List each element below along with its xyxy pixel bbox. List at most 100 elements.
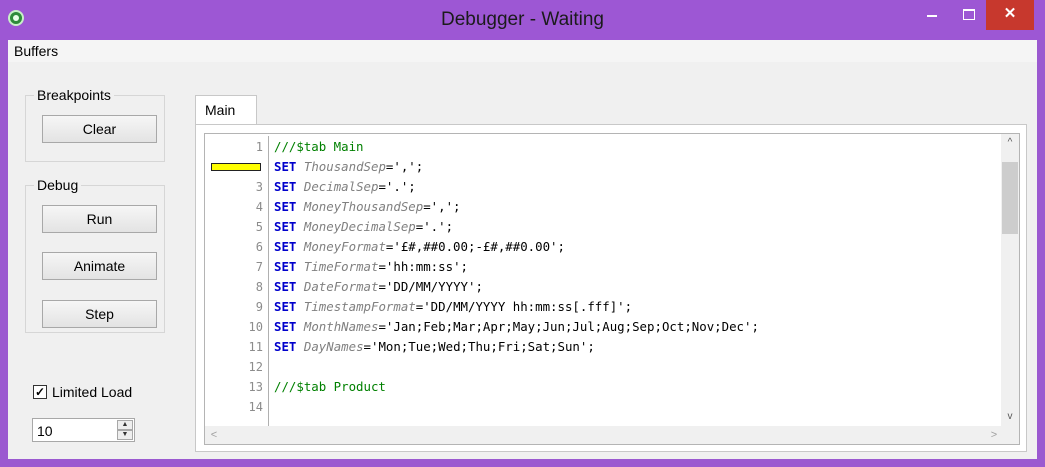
window-title: Debugger - Waiting: [441, 9, 604, 30]
maximize-button[interactable]: [952, 0, 986, 30]
gutter-separator: [268, 136, 269, 426]
scrollbar-corner: [1001, 426, 1019, 444]
line-number-gutter[interactable]: 1 3 4 5 6 7 8 9 10 11 12 13 14: [205, 134, 267, 426]
line-number: 14: [248, 400, 263, 414]
tab-main-label: Main: [205, 102, 236, 118]
tab-main[interactable]: Main: [195, 95, 257, 125]
variable-token: ThousandSep: [303, 159, 386, 174]
variable-token: MoneyFormat: [303, 239, 386, 254]
code-token: ='DD/MM/YYYY';: [378, 279, 483, 294]
variable-token: MoneyThousandSep: [303, 199, 424, 214]
keyword-token: SET: [274, 299, 297, 314]
line-number: 5: [255, 220, 263, 234]
code-line[interactable]: SET ThousandSep=',';: [274, 157, 423, 177]
spinner-buttons: ▲ ▼: [117, 420, 133, 440]
code-token: ='hh:mm:ss';: [378, 259, 468, 274]
line-number: 7: [255, 260, 263, 274]
scroll-up-icon[interactable]: ^: [1001, 134, 1019, 152]
limited-load-value[interactable]: 10: [37, 423, 53, 439]
breakpoint-marker[interactable]: [211, 163, 261, 171]
code-line[interactable]: SET DayNames='Mon;Tue;Wed;Thu;Fri;Sat;Su…: [274, 337, 595, 357]
code-token: ='Jan;Feb;Mar;Apr;May;Jun;Jul;Aug;Sep;Oc…: [378, 319, 759, 334]
keyword-token: SET: [274, 259, 297, 274]
code-line[interactable]: SET DateFormat='DD/MM/YYYY';: [274, 277, 483, 297]
animate-button[interactable]: Animate: [42, 252, 157, 280]
variable-token: MonthNames: [303, 319, 379, 334]
code-token: ='.';: [415, 219, 454, 234]
keyword-token: SET: [274, 279, 297, 294]
horizontal-scrollbar[interactable]: < >: [205, 426, 1003, 444]
line-numbers: 1 3 4 5 6 7 8 9 10 11 12 13 14: [205, 134, 268, 426]
variable-token: DayNames: [303, 339, 364, 354]
line-number: 13: [248, 380, 263, 394]
maximize-icon: [963, 8, 975, 20]
variable-token: DateFormat: [303, 279, 379, 294]
keyword-token: SET: [274, 319, 297, 334]
code-line[interactable]: SET TimestampFormat='DD/MM/YYYY hh:mm:ss…: [274, 297, 632, 317]
line-number: 11: [248, 340, 263, 354]
line-number: 1: [255, 140, 263, 154]
line-number: 3: [255, 180, 263, 194]
limited-load-label[interactable]: Limited Load: [52, 384, 132, 400]
comment-token: ///$tab Main: [274, 139, 364, 154]
keyword-token: SET: [274, 339, 297, 354]
code-token: =',';: [423, 199, 461, 214]
line-number: 10: [248, 320, 263, 334]
code-area[interactable]: ///$tab Main SET ThousandSep=','; SET Deci…: [274, 134, 1002, 426]
code-line[interactable]: SET TimeFormat='hh:mm:ss';: [274, 257, 468, 277]
scroll-down-icon[interactable]: v: [1001, 408, 1019, 426]
script-editor[interactable]: 1 3 4 5 6 7 8 9 10 11 12 13 14 ///$tab Main SET Thous…: [204, 133, 1020, 445]
spin-down-icon[interactable]: ▼: [117, 430, 133, 440]
line-number: 9: [255, 300, 263, 314]
keyword-token: SET: [274, 159, 297, 174]
code-line[interactable]: ///$tab Main: [274, 137, 364, 157]
code-line[interactable]: SET MoneyFormat='£#,##0.00;-£#,##0.00';: [274, 237, 565, 257]
line-number: 12: [248, 360, 263, 374]
limited-load-checkbox[interactable]: ✓: [33, 385, 47, 399]
variable-token: TimeFormat: [303, 259, 379, 274]
scroll-left-icon[interactable]: <: [205, 426, 223, 444]
variable-token: MoneyDecimalSep: [303, 219, 416, 234]
close-button[interactable]: ✕: [986, 0, 1034, 30]
minimize-button[interactable]: [912, 0, 952, 30]
script-panel: 1 3 4 5 6 7 8 9 10 11 12 13 14 ///$tab Main SET Thous…: [195, 124, 1027, 452]
run-button[interactable]: Run: [42, 205, 157, 233]
limited-load-spinner[interactable]: 10 ▲ ▼: [32, 418, 135, 442]
menu-buffers[interactable]: Buffers: [14, 43, 58, 59]
vertical-scrollbar[interactable]: ^ v: [1001, 134, 1019, 426]
minimize-icon: [927, 15, 937, 18]
title-bar[interactable]: Debugger - Waiting ✕: [0, 0, 1045, 40]
clear-button[interactable]: Clear: [42, 115, 157, 143]
spin-up-icon[interactable]: ▲: [117, 420, 133, 430]
code-token: ='.';: [378, 179, 416, 194]
code-token: =',';: [385, 159, 424, 174]
code-line[interactable]: SET MonthNames='Jan;Feb;Mar;Apr;May;Jun;…: [274, 317, 759, 337]
keyword-token: SET: [274, 199, 297, 214]
debug-group-label: Debug: [34, 177, 82, 193]
vertical-scroll-thumb[interactable]: [1002, 162, 1018, 234]
debugger-client-area: Buffers Breakpoints Clear Debug Run Anim…: [8, 40, 1037, 459]
code-line[interactable]: SET MoneyThousandSep=',';: [274, 197, 461, 217]
menu-bar: Buffers: [8, 40, 1037, 62]
comment-token: ///$tab Product: [274, 379, 386, 394]
step-button[interactable]: Step: [42, 300, 157, 328]
line-number: 4: [255, 200, 263, 214]
code-token: ='DD/MM/YYYY hh:mm:ss[.fff]';: [415, 299, 633, 314]
code-line[interactable]: SET DecimalSep='.';: [274, 177, 416, 197]
code-line[interactable]: ///$tab Product: [274, 377, 386, 397]
variable-token: DecimalSep: [303, 179, 379, 194]
keyword-token: SET: [274, 239, 297, 254]
code-line[interactable]: SET MoneyDecimalSep='.';: [274, 217, 453, 237]
line-number: 8: [255, 280, 263, 294]
breakpoints-group-label: Breakpoints: [34, 87, 114, 103]
